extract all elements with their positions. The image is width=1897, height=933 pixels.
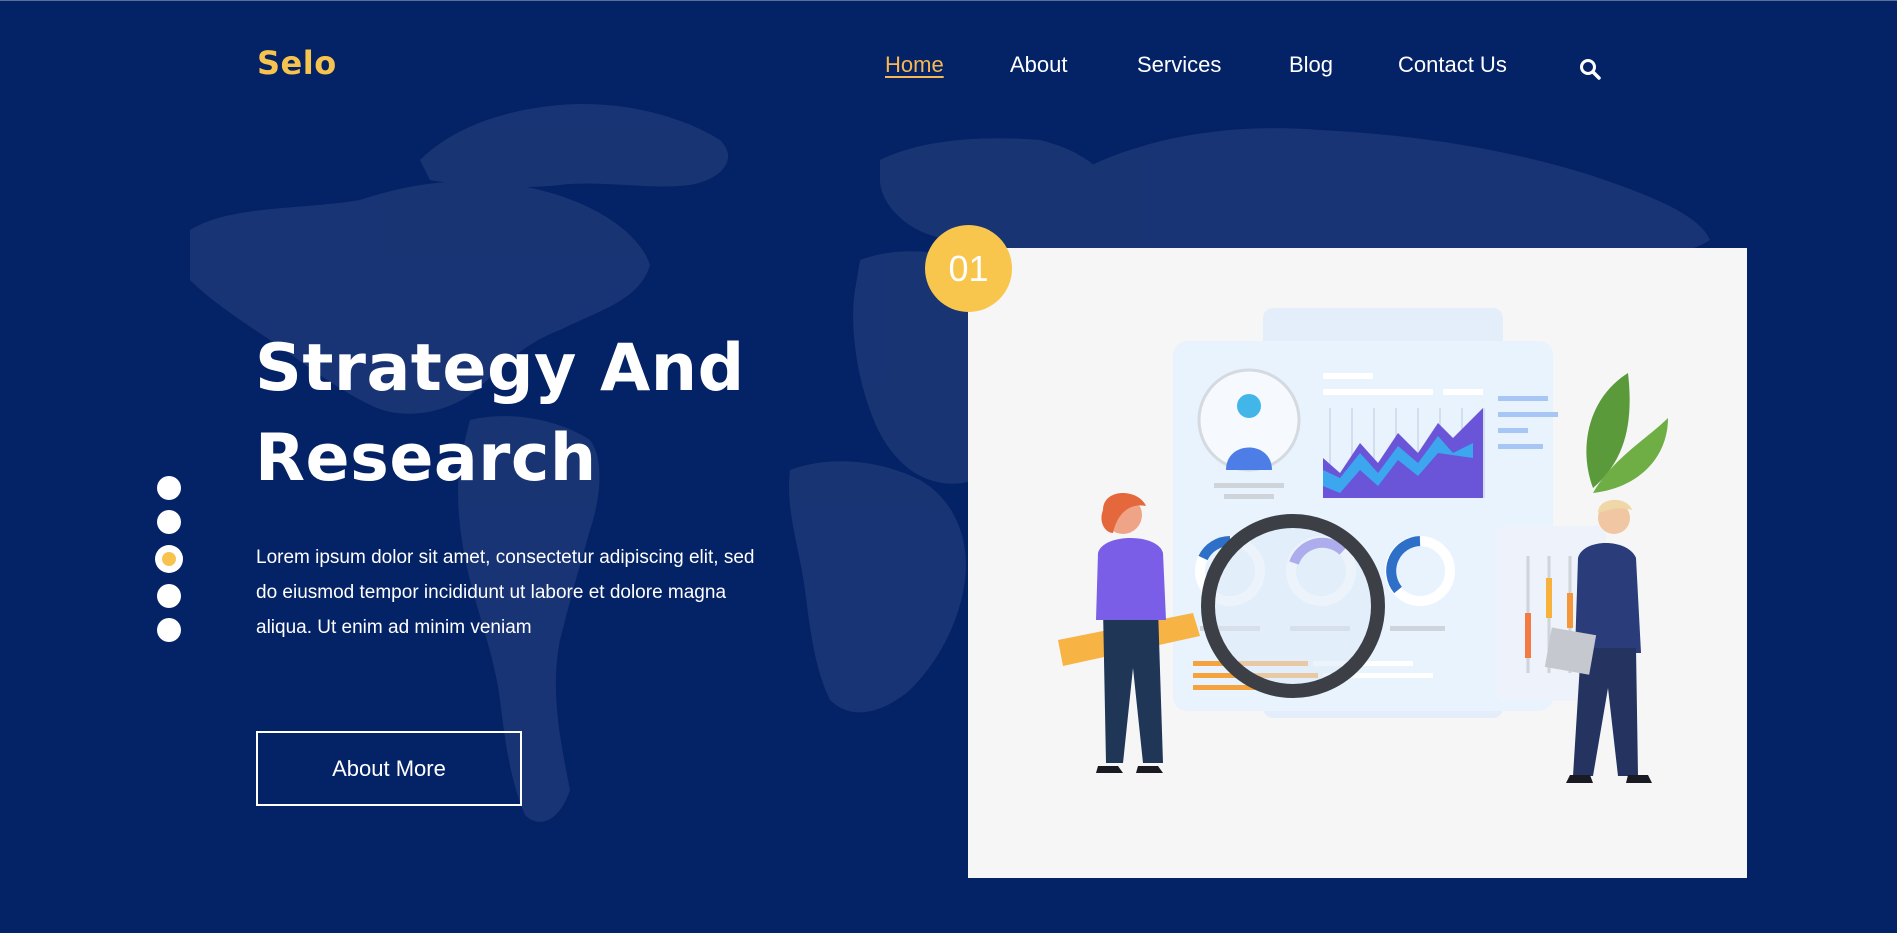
nav-item-about[interactable]: About	[1010, 52, 1068, 78]
hero-description-line-3: aliqua. Ut enim ad minim veniam	[256, 617, 532, 638]
hero-illustration-card	[968, 248, 1747, 878]
hero-title-line-2: Research	[255, 421, 597, 496]
nav-item-blog[interactable]: Blog	[1289, 52, 1333, 78]
hero-description-line-2: do eiusmod tempor incididunt ut labore e…	[256, 582, 727, 603]
hero-title: Strategy And Research	[255, 324, 745, 504]
nav-item-home[interactable]: Home	[885, 52, 944, 78]
slider-dot-4[interactable]	[157, 584, 181, 608]
brand-logo[interactable]: Selo	[257, 44, 337, 82]
slider-dot-1[interactable]	[157, 476, 181, 500]
hero-description: Lorem ipsum dolor sit amet, consectetur …	[256, 540, 836, 645]
analytics-illustration	[1058, 308, 1668, 783]
nav-item-contact-us[interactable]: Contact Us	[1398, 52, 1507, 78]
slide-number-badge: 01	[925, 225, 1012, 312]
nav-item-services[interactable]: Services	[1137, 52, 1221, 78]
hero-description-line-1: Lorem ipsum dolor sit amet, consectetur …	[256, 547, 755, 568]
about-more-button[interactable]: About More	[256, 731, 522, 806]
search-icon[interactable]	[1579, 58, 1601, 80]
slider-dot-2[interactable]	[157, 510, 181, 534]
slider-dot-3-active[interactable]	[155, 545, 183, 573]
slider-dot-5[interactable]	[157, 618, 181, 642]
top-border	[0, 0, 1897, 1]
hero-title-line-1: Strategy And	[255, 331, 745, 406]
